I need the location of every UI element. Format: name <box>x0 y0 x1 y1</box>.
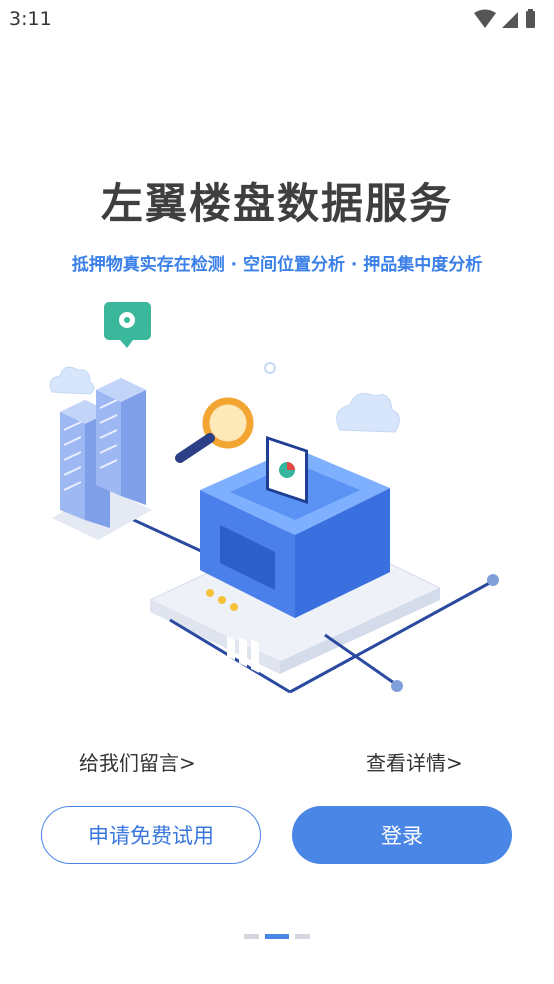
page-dot <box>244 934 259 939</box>
page-indicator <box>244 934 310 939</box>
page-dot <box>295 934 310 939</box>
leave-message-link[interactable]: 给我们留言> <box>79 747 196 776</box>
view-details-link[interactable]: 查看详情> <box>366 747 463 776</box>
feature-subtitle: 抵押物真实存在检测 · 空间位置分析 · 押品集中度分析 <box>71 255 483 275</box>
status-time: 3:11 <box>9 8 52 30</box>
page-dot-active <box>265 934 289 939</box>
status-bar: 3:11 <box>0 0 554 38</box>
battery-icon <box>526 9 535 28</box>
signal-icon <box>502 12 518 28</box>
login-button[interactable]: 登录 <box>292 806 512 864</box>
free-trial-button[interactable]: 申请免费试用 <box>41 806 261 864</box>
page-title: 左翼楼盘数据服务 <box>100 179 453 228</box>
wifi-icon <box>474 9 496 28</box>
status-icons <box>472 8 542 34</box>
hero-illustration <box>40 300 510 714</box>
